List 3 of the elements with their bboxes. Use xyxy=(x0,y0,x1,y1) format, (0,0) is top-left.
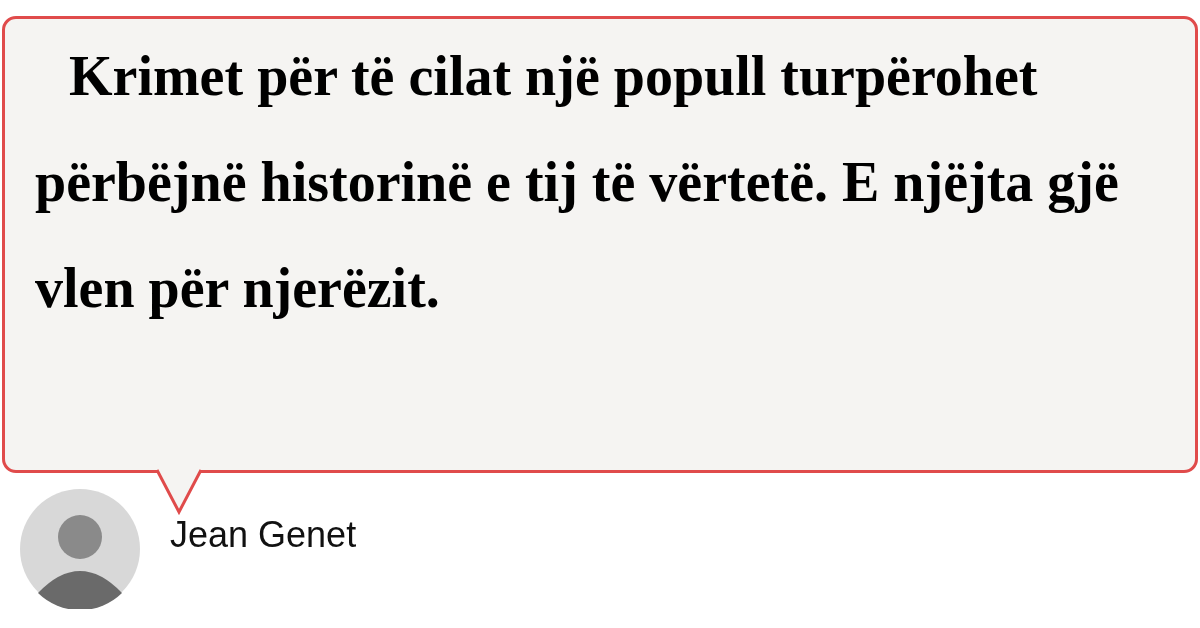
author-name: Jean Genet xyxy=(170,514,357,556)
avatar-icon xyxy=(20,489,140,609)
quote-text: Krimet për të cilat një popull turpërohet përbëjnë historinë e tij të vërtetë. E njëjta gjë vlen për njerëzit. xyxy=(35,44,1120,321)
